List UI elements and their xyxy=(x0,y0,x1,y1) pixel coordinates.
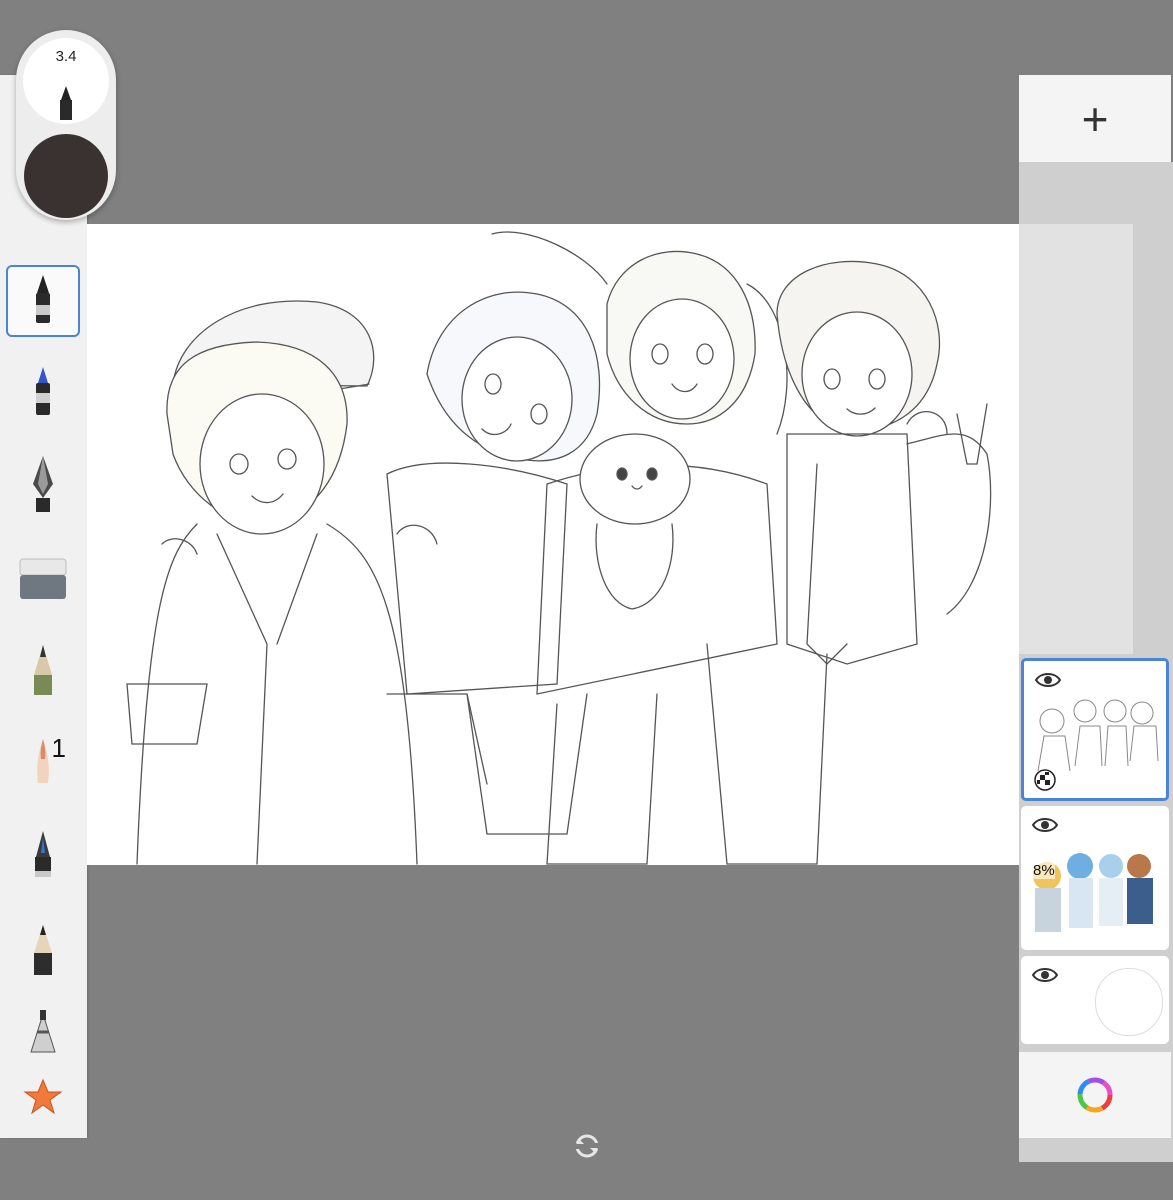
drawing-canvas[interactable] xyxy=(87,224,1019,865)
pencil-textured-tool[interactable] xyxy=(6,635,80,707)
airbrush-icon xyxy=(30,1010,56,1053)
hard-pencil-tool[interactable] xyxy=(6,915,80,987)
brush-size-value: 3.4 xyxy=(55,48,77,65)
color-swatch[interactable] xyxy=(24,134,108,218)
favorites-tool[interactable] xyxy=(6,1061,80,1133)
add-layer-button[interactable]: + xyxy=(1019,75,1171,162)
inking-pen-tool[interactable] xyxy=(6,821,80,893)
brush-toolbar: 1 xyxy=(0,75,87,1138)
marker-tool[interactable] xyxy=(6,357,80,429)
eraser-tool[interactable] xyxy=(6,543,80,615)
inking-pen-icon xyxy=(35,831,51,877)
eye-icon[interactable] xyxy=(1031,964,1059,986)
textured-pencil-icon xyxy=(34,645,52,695)
line-art-artwork xyxy=(126,231,992,865)
fountain-pen-icon xyxy=(33,456,53,512)
layer-thumbnail xyxy=(1037,699,1159,772)
ballpoint-pen-icon xyxy=(36,275,50,323)
star-icon xyxy=(23,1078,63,1115)
layer-background[interactable] xyxy=(1021,956,1169,1044)
eraser-icon xyxy=(19,558,67,599)
marker-icon xyxy=(36,367,50,415)
brush-puck[interactable]: 3.4 xyxy=(16,30,116,220)
layer-color[interactable]: 8% xyxy=(1021,806,1169,950)
pencil-icon xyxy=(34,925,52,975)
layer-opacity: 8% xyxy=(1033,862,1055,879)
alpha-lock-icon[interactable] xyxy=(1034,769,1056,791)
airbrush-tool[interactable] xyxy=(6,997,80,1069)
layer-lineart[interactable] xyxy=(1021,658,1169,801)
layer-panel-divider xyxy=(1019,224,1133,654)
paint-brush-tool[interactable]: 1 xyxy=(6,727,80,799)
brush-size-control[interactable]: 3.4 xyxy=(23,38,109,124)
fountain-pen-tool[interactable] xyxy=(6,449,80,521)
rotate-reset-icon[interactable] xyxy=(572,1131,602,1161)
color-wheel-icon xyxy=(1077,1077,1113,1113)
background-color-swatch[interactable] xyxy=(1095,968,1163,1036)
ballpoint-pen-tool[interactable] xyxy=(6,265,80,337)
color-wheel-button[interactable] xyxy=(1019,1052,1171,1138)
brush-nib-icon xyxy=(60,86,72,120)
brush-count: 1 xyxy=(51,733,66,763)
layer-thumbnail xyxy=(1033,853,1153,932)
eye-icon[interactable] xyxy=(1031,814,1059,836)
